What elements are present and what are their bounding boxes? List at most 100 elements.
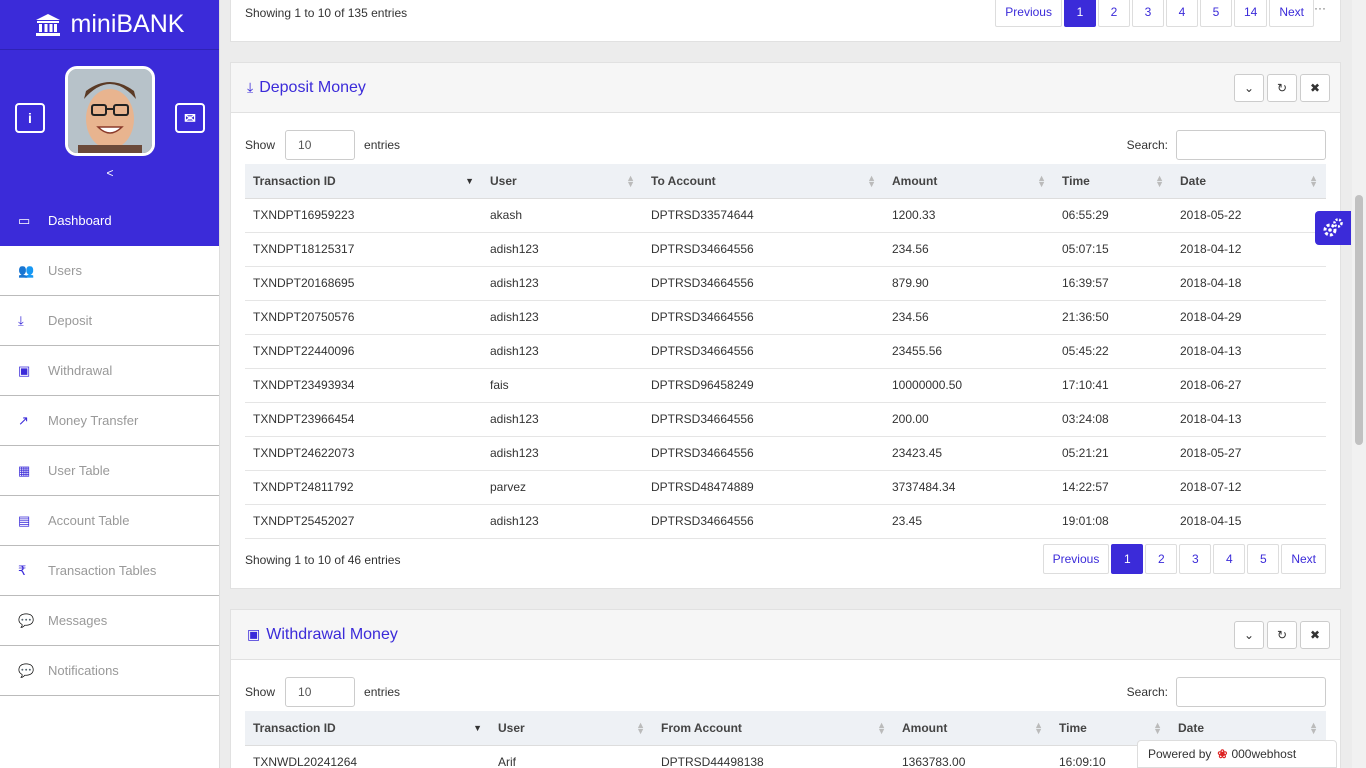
sidebar-item-label: Notifications: [48, 663, 119, 678]
page-button-4[interactable]: 4: [1213, 544, 1246, 574]
table-cell: DPTRSD34664556: [643, 402, 884, 437]
sidebar-item-account-table[interactable]: ▤ Account Table: [0, 496, 219, 546]
sidebar-item-deposit[interactable]: ⤓ Deposit: [0, 296, 219, 346]
sidebar-nav: ▭ Dashboard 👥 Users ⤓ Deposit ▣ Withdrawal ↗ Mone…: [0, 196, 219, 696]
table-row[interactable]: TXNDPT23966454 adish123 DPTRSD34664556 200.…: [245, 402, 1326, 437]
close-button[interactable]: ✖: [1300, 74, 1330, 102]
column-header[interactable]: Transaction ID ▼: [245, 711, 490, 746]
table-cell: 05:45:22: [1054, 334, 1172, 369]
table-cell: 23423.45: [884, 436, 1054, 471]
scrollbar-thumb[interactable]: [1355, 195, 1363, 445]
table-cell: 2018-04-18: [1172, 266, 1326, 301]
page-scrollbar[interactable]: [1352, 0, 1366, 768]
chat-icon: 💬: [18, 662, 35, 678]
table-cell: fais: [482, 368, 643, 403]
table-cell: adish123: [482, 300, 643, 335]
sidebar-item-money-transfer[interactable]: ↗ Money Transfer: [0, 396, 219, 446]
search-input[interactable]: [1176, 130, 1326, 160]
table-cell: TXNDPT20168695: [245, 266, 482, 301]
deposit-table-info: Showing 1 to 10 of 46 entries: [245, 553, 401, 567]
collapse-toggle[interactable]: <: [0, 166, 220, 180]
briefcase-icon: ▣: [18, 362, 31, 378]
page-button-1[interactable]: 1: [1111, 544, 1144, 574]
info-icon[interactable]: i: [15, 103, 45, 133]
table-cell: 2018-05-22: [1172, 198, 1326, 233]
column-header[interactable]: Time ▲ ▼: [1054, 164, 1172, 199]
table-cell: 23.45: [884, 504, 1054, 539]
sidebar-item-label: Messages: [48, 613, 108, 628]
table-cell: 200.00: [884, 402, 1054, 437]
table-row[interactable]: TXNDPT20750576 adish123 DPTRSD34664556 234.…: [245, 300, 1326, 335]
column-header[interactable]: User ▲ ▼: [482, 164, 643, 199]
sidebar-item-messages[interactable]: 💬 Messages: [0, 596, 219, 646]
sort-desc-icon: ▼: [473, 723, 482, 733]
page-size-select[interactable]: 10: [285, 130, 356, 160]
deposit-table: Transaction ID ▼ User ▲ ▼ To Account ▲ ▼ Amount ▲…: [245, 164, 1326, 539]
sort-icon: ▲ ▼: [877, 720, 886, 736]
table-row[interactable]: TXNDPT18125317 adish123 DPTRSD34664556 234.…: [245, 232, 1326, 267]
envelope-icon[interactable]: ✉: [175, 103, 205, 133]
refresh-button[interactable]: ↻: [1267, 74, 1297, 102]
table-cell: 2018-04-13: [1172, 402, 1326, 437]
page-button-5[interactable]: 5: [1199, 0, 1232, 27]
collapse-button[interactable]: ⌄: [1234, 74, 1264, 102]
column-header[interactable]: From Account ▲ ▼: [653, 711, 894, 746]
table-cell: parvez: [482, 470, 643, 505]
column-header[interactable]: Amount ▲ ▼: [884, 164, 1054, 199]
show-label: Show: [245, 685, 276, 699]
column-header[interactable]: Amount ▲ ▼: [894, 711, 1051, 746]
sidebar-item-notifications[interactable]: 💬 Notifications: [0, 646, 219, 696]
avatar[interactable]: [65, 66, 155, 156]
table-cell: adish123: [482, 504, 643, 539]
sidebar-item-user-table[interactable]: ▦ User Table: [0, 446, 219, 496]
page-button-next[interactable]: Next: [1269, 0, 1314, 27]
page-button-4[interactable]: 4: [1165, 0, 1198, 27]
table-cell: 03:24:08: [1054, 402, 1172, 437]
table-cell: 2018-05-27: [1172, 436, 1326, 471]
table-cell: adish123: [482, 402, 643, 437]
sidebar-item-users[interactable]: 👥 Users: [0, 246, 219, 296]
page-button-3[interactable]: 3: [1179, 544, 1212, 574]
collapse-button[interactable]: ⌄: [1234, 621, 1264, 649]
host-name: 000webhost: [1231, 747, 1297, 761]
sidebar-item-transaction-tables[interactable]: ₹ Transaction Tables: [0, 546, 219, 596]
page-size-select[interactable]: 10: [285, 677, 356, 707]
table-cell: DPTRSD34664556: [643, 436, 884, 471]
table-cell: 05:21:21: [1054, 436, 1172, 471]
sidebar-item-dashboard[interactable]: ▭ Dashboard: [0, 196, 219, 246]
table-cell: DPTRSD44498138: [653, 745, 894, 768]
page-button-14[interactable]: 14: [1233, 0, 1268, 27]
close-button[interactable]: ✖: [1300, 621, 1330, 649]
powered-by-badge[interactable]: Powered by ❀ 000webhost: [1137, 740, 1337, 768]
page-button-next[interactable]: Next: [1281, 544, 1326, 574]
settings-gear-icon[interactable]: [1315, 211, 1351, 245]
page-button-2[interactable]: 2: [1145, 544, 1178, 574]
bank-icon: [35, 13, 60, 36]
sidebar-item-withdrawal[interactable]: ▣ Withdrawal: [0, 346, 219, 396]
search-input[interactable]: [1176, 677, 1326, 707]
page-button-previous[interactable]: Previous: [1042, 544, 1110, 574]
column-header[interactable]: Transaction ID ▼: [245, 164, 482, 199]
brand[interactable]: miniBANK: [0, 0, 219, 50]
table-cell: TXNDPT24622073: [245, 436, 482, 471]
table-row[interactable]: TXNDPT16959223 akash DPTRSD33574644 1200.33…: [245, 198, 1326, 233]
column-header[interactable]: Date ▲ ▼: [1172, 164, 1326, 199]
table-row[interactable]: TXNDPT20168695 adish123 DPTRSD34664556 879.…: [245, 266, 1326, 301]
page-button-3[interactable]: 3: [1131, 0, 1164, 27]
table-row[interactable]: TXNDPT23493934 fais DPTRSD96458249 10000000…: [245, 368, 1326, 403]
table-row[interactable]: TXNDPT24811792 parvez DPTRSD48474889 373748…: [245, 470, 1326, 505]
column-header[interactable]: To Account ▲ ▼: [643, 164, 884, 199]
page-button-1[interactable]: 1: [1063, 0, 1096, 27]
column-header[interactable]: User ▲ ▼: [490, 711, 653, 746]
table-row[interactable]: TXNDPT24622073 adish123 DPTRSD34664556 2342…: [245, 436, 1326, 471]
page-button-2[interactable]: 2: [1097, 0, 1130, 27]
page-button-5[interactable]: 5: [1247, 544, 1280, 574]
refresh-button[interactable]: ↻: [1267, 621, 1297, 649]
page-button-previous[interactable]: Previous: [995, 0, 1062, 27]
pagination: Previous 1 2 3 4 5 14 Next: [993, 0, 1314, 27]
table-cell: 23455.56: [884, 334, 1054, 369]
withdrawal-controls: Show 10 entries Search:: [245, 677, 1326, 707]
table-row[interactable]: TXNDPT25452027 adish123 DPTRSD34664556 23.4…: [245, 504, 1326, 539]
sidebar-item-label: Transaction Tables: [48, 563, 157, 578]
table-row[interactable]: TXNDPT22440096 adish123 DPTRSD34664556 2345…: [245, 334, 1326, 369]
